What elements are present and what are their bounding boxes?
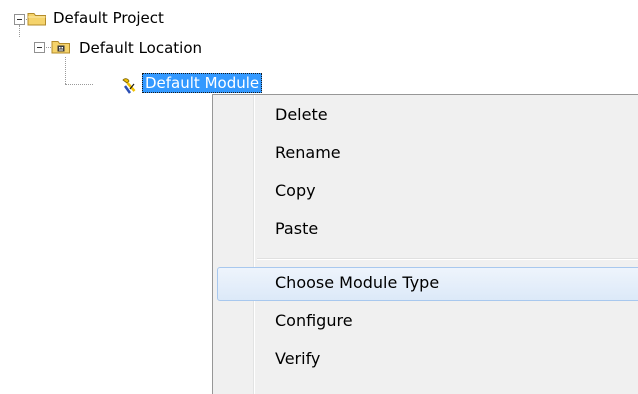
tree-node-default-module[interactable]: Default Module	[142, 73, 263, 93]
tree-node-default-project[interactable]: Default Project	[53, 8, 164, 28]
menu-item-label: Copy	[275, 181, 316, 200]
tree-node-default-location[interactable]: Default Location	[79, 38, 202, 58]
folder-icon	[27, 13, 46, 26]
collapse-toggle-location[interactable]	[34, 42, 45, 53]
menu-item-verify[interactable]: Verify	[217, 343, 638, 377]
menu-item-label: Paste	[275, 219, 319, 238]
tree-connector	[65, 84, 93, 85]
collapse-toggle-project[interactable]	[14, 14, 25, 25]
menu-item-choose-module-type[interactable]: Choose Module Type	[217, 267, 638, 301]
menu-item-paste[interactable]: Paste	[217, 213, 638, 247]
module-tool-icon	[122, 78, 136, 94]
menu-item-copy[interactable]: Copy	[217, 175, 638, 209]
menu-item-label: Rename	[275, 143, 341, 162]
context-menu: Delete Rename Copy Paste Choose Module T…	[212, 94, 638, 394]
menu-item-configure[interactable]: Configure	[217, 305, 638, 339]
menu-item-label: Delete	[275, 105, 328, 124]
tree-connector	[19, 25, 20, 37]
menu-item-label: Choose Module Type	[275, 273, 440, 292]
menu-item-delete[interactable]: Delete	[217, 99, 638, 133]
menu-separator	[257, 258, 638, 260]
menu-item-label: Configure	[275, 311, 353, 330]
menu-item-rename[interactable]: Rename	[217, 137, 638, 171]
folder-location-icon	[51, 41, 70, 54]
tree-connector	[65, 57, 66, 84]
menu-item-label: Verify	[275, 349, 321, 368]
